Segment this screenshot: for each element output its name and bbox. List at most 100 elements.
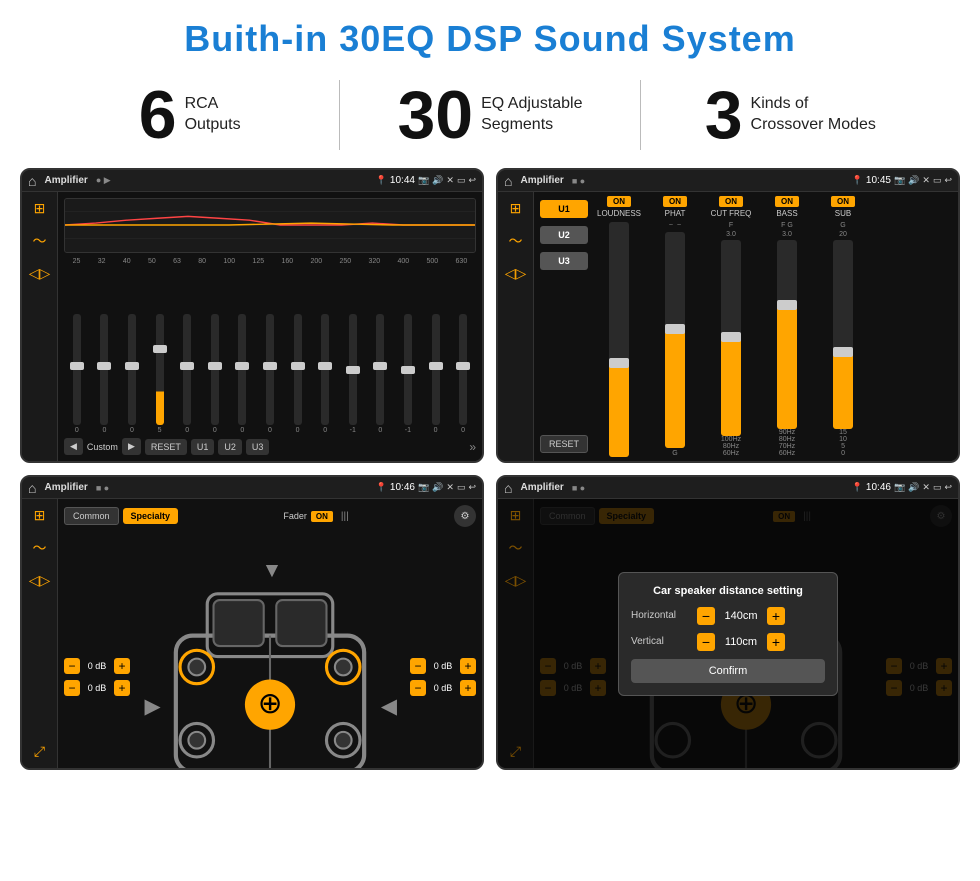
home-icon-2[interactable]: ⌂ — [504, 173, 512, 189]
specialty-tab[interactable]: Specialty — [123, 508, 179, 524]
phat-on[interactable]: ON — [663, 196, 687, 207]
eq-slider-5[interactable]: 0 — [183, 314, 191, 434]
sub-on[interactable]: ON — [831, 196, 855, 207]
eq-slider-11[interactable]: -1 — [349, 314, 357, 434]
next-btn[interactable]: ▶ — [122, 438, 141, 455]
db-minus-3[interactable]: − — [410, 658, 426, 674]
sub-slider[interactable] — [833, 240, 853, 429]
u1-btn[interactable]: U1 — [540, 200, 588, 218]
loudness-slider[interactable] — [609, 222, 629, 457]
eq-slider-2[interactable]: 0 — [100, 314, 108, 434]
bass-slider[interactable] — [777, 240, 797, 429]
arrows-icon-3[interactable]: ⤢ — [34, 743, 45, 760]
vol-icon-2[interactable]: ◁▷ — [505, 265, 527, 282]
fader-top-bar: Common Specialty Fader ON ||| ⚙ — [64, 505, 476, 527]
cutfreq-control: ON CUT FREQ F 3.0 100Hz 80Hz 60Hz — [706, 196, 756, 457]
screen1-status-icons: 📍 10:44 📷 🔊 ✕ ▭ ↩ — [376, 175, 476, 186]
location-icon-2: 📍 — [852, 175, 863, 186]
db-plus-1[interactable]: + — [114, 658, 130, 674]
eq-slider-3[interactable]: 0 — [128, 314, 136, 434]
eq-slider-6[interactable]: 0 — [211, 314, 219, 434]
eq-slider-8[interactable]: 0 — [266, 314, 274, 434]
svg-text:▼: ▼ — [262, 559, 283, 582]
screen-distance: ⌂ Amplifier ■ ● 📍 10:46 📷 🔊 ✕ ▭ ↩ ⊞ 〜 ◁▷… — [496, 475, 960, 770]
expand-icon-1[interactable]: » — [469, 440, 476, 454]
prev-btn[interactable]: ◀ — [64, 438, 83, 455]
db-controls-left: − 0 dB + − 0 dB + — [64, 531, 130, 770]
db-minus-1[interactable]: − — [64, 658, 80, 674]
home-icon-3[interactable]: ⌂ — [28, 480, 36, 496]
wave-icon-1[interactable]: 〜 — [33, 231, 47, 251]
db-minus-2[interactable]: − — [64, 680, 80, 696]
wave-icon-3[interactable]: 〜 — [33, 538, 47, 558]
db-row-2: − 0 dB + — [64, 680, 130, 696]
u3-btn-1[interactable]: U3 — [246, 439, 270, 455]
horizontal-row: Horizontal − 140cm + — [631, 607, 825, 625]
eq-bottom-bar: ◀ Custom ▶ RESET U1 U2 U3 » — [64, 438, 476, 455]
close-icon-3: ✕ — [446, 482, 454, 493]
db-plus-4[interactable]: + — [460, 680, 476, 696]
dialog-title: Car speaker distance setting — [631, 585, 825, 597]
home-icon-4[interactable]: ⌂ — [504, 480, 512, 496]
cutfreq-on[interactable]: ON — [719, 196, 743, 207]
eq-slider-4[interactable]: 5 — [156, 314, 164, 434]
confirm-button[interactable]: Confirm — [631, 659, 825, 683]
mode-label: Custom — [87, 442, 118, 452]
db-value-4: 0 dB — [429, 683, 457, 693]
eq-slider-15[interactable]: 0 — [459, 314, 467, 434]
minimize-icon-4: ▭ — [933, 482, 942, 493]
vertical-minus-btn[interactable]: − — [697, 633, 715, 651]
u1-btn-1[interactable]: U1 — [191, 439, 215, 455]
db-minus-4[interactable]: − — [410, 680, 426, 696]
location-icon-1: 📍 — [376, 175, 387, 186]
close-icon-2: ✕ — [922, 175, 930, 186]
camera-icon-1: 📷 — [418, 175, 429, 186]
eq-slider-1[interactable]: 0 — [73, 314, 81, 434]
eq-slider-7[interactable]: 0 — [238, 314, 246, 434]
db-row-3: − 0 dB + — [410, 658, 476, 674]
eq-slider-9[interactable]: 0 — [294, 314, 302, 434]
bass-on[interactable]: ON — [775, 196, 799, 207]
screen4-status-icons: 📍 10:46 📷 🔊 ✕ ▭ ↩ — [852, 482, 952, 493]
fader-middle: − 0 dB + − 0 dB + — [64, 531, 476, 770]
eq-icon-3[interactable]: ⊞ — [34, 507, 46, 524]
status-bar-4: ⌂ Amplifier ■ ● 📍 10:46 📷 🔊 ✕ ▭ ↩ — [498, 477, 958, 499]
vertical-plus-btn[interactable]: + — [767, 633, 785, 651]
settings-btn-3[interactable]: ⚙ — [454, 505, 476, 527]
db-plus-2[interactable]: + — [114, 680, 130, 696]
svg-text:◀: ◀ — [381, 695, 398, 718]
stat-crossover: 3 Kinds ofCrossover Modes — [661, 81, 920, 149]
eq-slider-14[interactable]: 0 — [432, 314, 440, 434]
vol-icon-3[interactable]: ◁▷ — [29, 572, 51, 589]
common-tab[interactable]: Common — [64, 507, 119, 525]
eq-slider-10[interactable]: 0 — [321, 314, 329, 434]
screen3-content: ⊞ 〜 ◁▷ ⤢ Common Specialty Fader ON ||| ⚙ — [22, 499, 482, 768]
vol-icon-1[interactable]: ◁▷ — [29, 265, 51, 282]
fader-on-toggle[interactable]: ON — [311, 511, 333, 522]
cutfreq-slider[interactable] — [721, 240, 741, 436]
screen-fader: ⌂ Amplifier ■ ● 📍 10:46 📷 🔊 ✕ ▭ ↩ ⊞ 〜 ◁▷… — [20, 475, 484, 770]
home-icon-1[interactable]: ⌂ — [28, 173, 36, 189]
screen3-time: 10:46 — [390, 482, 415, 493]
wave-icon-2[interactable]: 〜 — [509, 231, 523, 251]
minimize-icon-1: ▭ — [457, 175, 466, 186]
reset-btn-1[interactable]: RESET — [145, 439, 187, 455]
stat-label-crossover: Kinds ofCrossover Modes — [751, 94, 876, 136]
horizontal-minus-btn[interactable]: − — [697, 607, 715, 625]
eq-icon-1[interactable]: ⊞ — [34, 200, 46, 217]
u2-btn[interactable]: U2 — [540, 226, 588, 244]
screen1-sidebar: ⊞ 〜 ◁▷ — [22, 192, 58, 461]
phat-slider[interactable] — [665, 232, 685, 448]
eq-slider-12[interactable]: 0 — [376, 314, 384, 434]
reset-btn-2[interactable]: RESET — [540, 435, 588, 453]
loudness-on[interactable]: ON — [607, 196, 631, 207]
eq-slider-13[interactable]: -1 — [404, 314, 412, 434]
db-plus-3[interactable]: + — [460, 658, 476, 674]
phat-control: ON PHAT ~~ G — [650, 196, 700, 457]
u3-btn[interactable]: U3 — [540, 252, 588, 270]
u2-btn-1[interactable]: U2 — [218, 439, 242, 455]
horizontal-plus-btn[interactable]: + — [767, 607, 785, 625]
eq-icon-2[interactable]: ⊞ — [510, 200, 522, 217]
close-icon-1: ✕ — [446, 175, 454, 186]
volume-icon-2: 🔊 — [908, 175, 919, 186]
